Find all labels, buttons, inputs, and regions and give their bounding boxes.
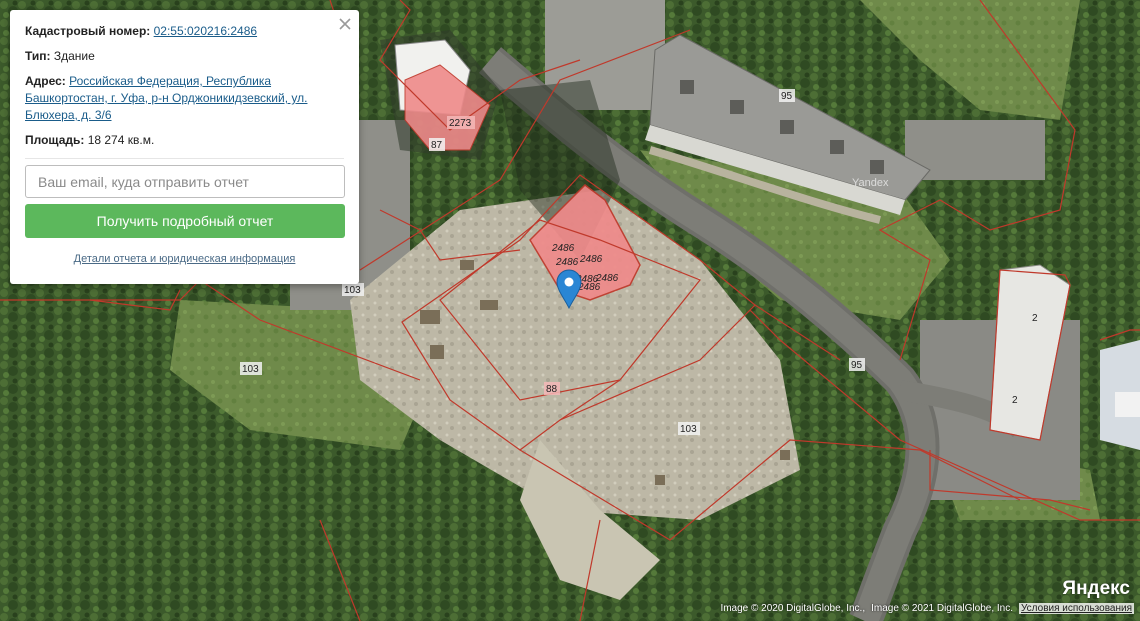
area-label: Площадь: bbox=[25, 133, 85, 147]
building-label: 2486 bbox=[555, 257, 579, 268]
address-label: Адрес: bbox=[25, 74, 66, 88]
parcel-label: 2 bbox=[1012, 395, 1018, 406]
type-label: Тип: bbox=[25, 49, 51, 63]
parcel-label: 2273 bbox=[449, 118, 472, 129]
parcel-label: 87 bbox=[431, 140, 443, 151]
close-icon[interactable] bbox=[337, 16, 353, 32]
area-value: 18 274 кв.м. bbox=[87, 133, 155, 147]
parcel-label: 103 bbox=[680, 424, 697, 435]
email-input[interactable] bbox=[25, 165, 345, 198]
parcel-label: 103 bbox=[242, 364, 259, 375]
type-value: Здание bbox=[53, 49, 95, 63]
parcel-label: 95 bbox=[851, 360, 863, 371]
type-row: Тип: Здание bbox=[25, 48, 344, 65]
attribution-text: Image © 2021 DigitalGlobe, Inc. bbox=[871, 603, 1013, 614]
map-attribution: Image © 2020 DigitalGlobe, Inc., Image ©… bbox=[720, 603, 1134, 614]
cadastral-label: Кадастровый номер: bbox=[25, 24, 151, 38]
address-link[interactable]: Российская Федерация, Республика Башкорт… bbox=[25, 74, 307, 122]
attribution-text: Image © 2020 DigitalGlobe, Inc., bbox=[720, 603, 866, 614]
parcel-label: 88 bbox=[546, 384, 558, 395]
cadastral-number-link[interactable]: 02:55:020216:2486 bbox=[154, 24, 257, 38]
yandex-logo: Яндекс bbox=[1062, 578, 1130, 599]
address-row: Адрес: Российская Федерация, Республика … bbox=[25, 73, 344, 124]
get-report-button[interactable]: Получить подробный отчет bbox=[25, 204, 345, 238]
parcel-label: 2 bbox=[1032, 313, 1038, 324]
map-watermark: Yandex bbox=[852, 177, 889, 189]
terms-of-use-link[interactable]: Условия использования bbox=[1019, 603, 1134, 614]
cadastral-row: Кадастровый номер: 02:55:020216:2486 bbox=[25, 23, 344, 40]
building-label: 2486 bbox=[579, 254, 603, 265]
building-label: 2486 bbox=[551, 243, 575, 254]
divider bbox=[25, 158, 344, 159]
area-row: Площадь: 18 274 кв.м. bbox=[25, 132, 344, 149]
report-details-link[interactable]: Детали отчета и юридическая информация bbox=[25, 251, 344, 268]
property-info-popup: Кадастровый номер: 02:55:020216:2486 Тип… bbox=[10, 10, 359, 284]
parcel-label: 103 bbox=[344, 285, 361, 296]
parcel-label: 95 bbox=[781, 91, 793, 102]
